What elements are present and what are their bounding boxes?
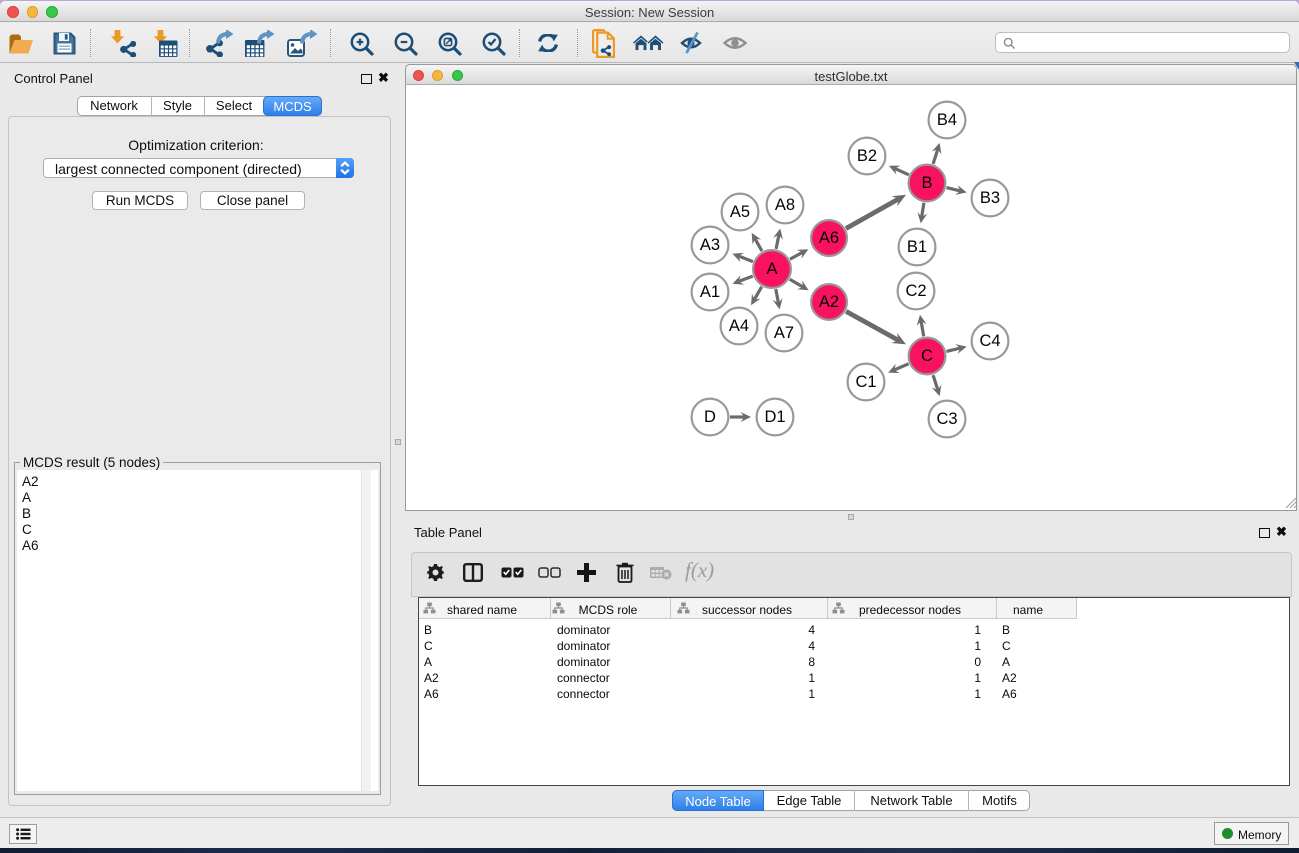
svg-text:A1: A1 — [700, 283, 720, 301]
svg-text:C4: C4 — [979, 332, 1000, 350]
svg-text:C3: C3 — [936, 410, 957, 428]
svg-text:A8: A8 — [775, 196, 795, 214]
svg-text:C2: C2 — [905, 282, 926, 300]
svg-text:B2: B2 — [857, 147, 877, 165]
svg-text:B4: B4 — [937, 111, 957, 129]
svg-text:A4: A4 — [729, 317, 749, 335]
svg-text:D: D — [704, 408, 716, 426]
svg-text:A3: A3 — [700, 236, 720, 254]
svg-text:D1: D1 — [764, 408, 785, 426]
svg-text:A: A — [766, 260, 777, 278]
svg-text:A5: A5 — [730, 203, 750, 221]
svg-text:B: B — [921, 174, 932, 192]
svg-text:A2: A2 — [819, 293, 839, 311]
svg-text:B3: B3 — [980, 189, 1000, 207]
svg-text:A7: A7 — [774, 324, 794, 342]
svg-text:A6: A6 — [819, 229, 839, 247]
svg-text:C1: C1 — [855, 373, 876, 391]
svg-text:B1: B1 — [907, 238, 927, 256]
svg-text:C: C — [921, 347, 933, 365]
